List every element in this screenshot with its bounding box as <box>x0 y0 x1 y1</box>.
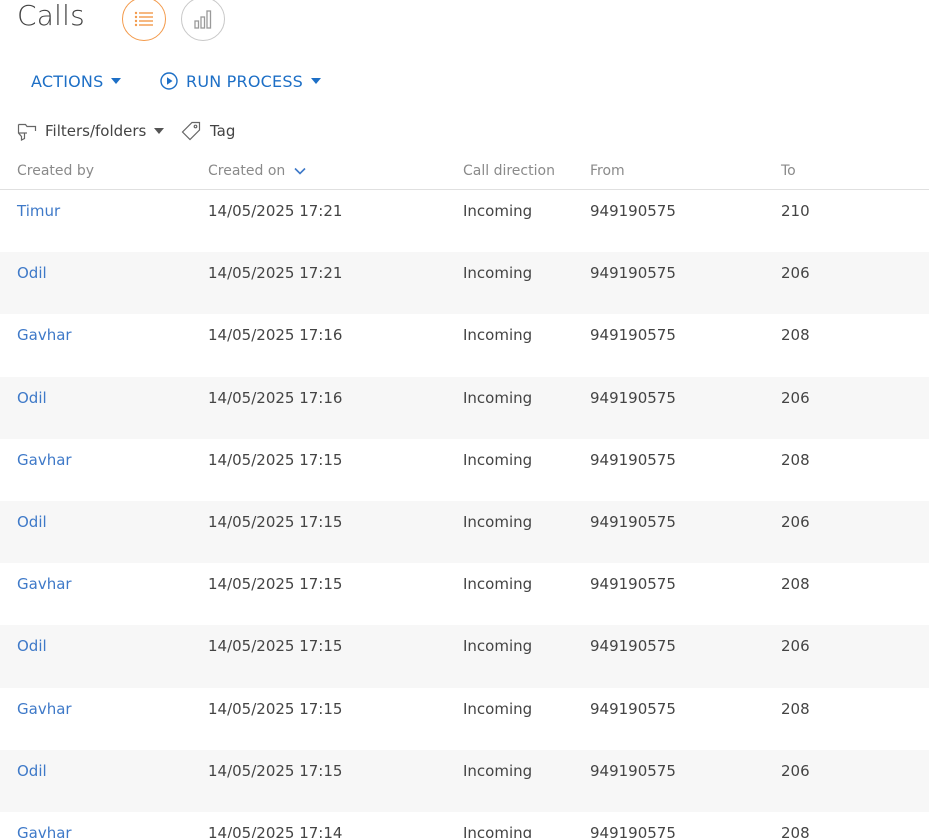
filters-folders-label: Filters/folders <box>45 122 147 140</box>
column-header-label: Created by <box>17 163 95 179</box>
to-cell: 206 <box>781 388 810 407</box>
created-on-cell: 14/05/2025 17:21 <box>208 202 343 220</box>
created-on-cell: 14/05/2025 17:15 <box>208 761 343 780</box>
call-direction-cell: Incoming <box>463 512 533 531</box>
to-cell: 208 <box>781 326 810 345</box>
actions-label: ACTIONS <box>31 71 104 91</box>
from-cell: 949190575 <box>590 264 676 283</box>
list-view-icon <box>134 11 153 27</box>
run-process-label: RUN PROCESS <box>186 71 304 91</box>
tag-icon <box>181 121 201 141</box>
column-header-to[interactable]: To <box>781 163 796 179</box>
created-on-cell: 14/05/2025 17:15 <box>208 512 343 531</box>
created-by-link[interactable]: Gavhar <box>17 575 72 593</box>
created-by-link[interactable]: Odil <box>17 762 47 780</box>
call-direction-cell: Incoming <box>463 637 533 656</box>
call-direction-cell: Incoming <box>463 388 533 407</box>
sort-descending-icon <box>294 167 306 175</box>
column-header-label: Created on <box>208 163 286 179</box>
from-cell: 949190575 <box>590 699 676 718</box>
created-by-link[interactable]: Odil <box>17 389 47 407</box>
tag-label: Tag <box>210 122 236 140</box>
created-by-link[interactable]: Timur <box>17 202 60 220</box>
call-direction-cell: Incoming <box>463 699 533 718</box>
chevron-down-icon <box>111 78 122 84</box>
created-by-link[interactable]: Gavhar <box>17 700 72 718</box>
chevron-down-icon <box>154 128 165 134</box>
page-title: Calls <box>17 0 85 32</box>
created-on-cell: 14/05/2025 17:16 <box>208 388 343 407</box>
created-by-link[interactable]: Gavhar <box>17 451 72 469</box>
created-by-link[interactable]: Gavhar <box>17 824 72 838</box>
run-process-button[interactable]: RUN PROCESS <box>160 68 322 94</box>
from-cell: 949190575 <box>590 326 676 345</box>
from-cell: 949190575 <box>590 388 676 407</box>
table-row[interactable]: Timur 14/05/2025 17:21 Incoming 94919057… <box>0 190 929 252</box>
call-direction-cell: Incoming <box>463 326 533 345</box>
column-header-created-on[interactable]: Created on <box>208 163 306 179</box>
to-cell: 206 <box>781 512 810 531</box>
call-direction-cell: Incoming <box>463 575 533 594</box>
calls-page: Calls ACTIONS RUN PROCESS Filters/folder… <box>0 0 929 838</box>
table-row[interactable]: Odil 14/05/2025 17:15 Incoming 949190575… <box>0 749 929 812</box>
created-on-cell: 14/05/2025 17:21 <box>208 264 343 283</box>
from-cell: 949190575 <box>590 202 676 220</box>
call-direction-cell: Incoming <box>463 202 533 220</box>
created-on-cell: 14/05/2025 17:16 <box>208 326 343 345</box>
created-by-link[interactable]: Odil <box>17 264 47 282</box>
chevron-down-icon <box>311 78 322 84</box>
created-on-cell: 14/05/2025 17:15 <box>208 450 343 469</box>
actions-button[interactable]: ACTIONS <box>31 68 122 94</box>
from-cell: 949190575 <box>590 761 676 780</box>
created-on-cell: 14/05/2025 17:15 <box>208 637 343 656</box>
play-circle-icon <box>160 72 178 90</box>
column-header-label: To <box>781 163 796 179</box>
to-cell: 206 <box>781 637 810 656</box>
table-row[interactable]: Gavhar 14/05/2025 17:15 Incoming 9491905… <box>0 688 929 750</box>
created-on-cell: 14/05/2025 17:15 <box>208 699 343 718</box>
column-header-label: From <box>590 163 625 179</box>
column-header-label: Call direction <box>463 163 555 179</box>
to-cell: 206 <box>781 264 810 283</box>
created-by-link[interactable]: Gavhar <box>17 326 72 344</box>
grid-header: Created by Created on Call direction Fro… <box>0 158 929 190</box>
list-view-button[interactable] <box>122 0 166 41</box>
table-row[interactable]: Odil 14/05/2025 17:15 Incoming 949190575… <box>0 625 929 688</box>
to-cell: 208 <box>781 699 810 718</box>
bar-chart-icon <box>194 10 212 29</box>
from-cell: 949190575 <box>590 637 676 656</box>
table-row[interactable]: Gavhar 14/05/2025 17:15 Incoming 9491905… <box>0 563 929 625</box>
table-row[interactable]: Gavhar 14/05/2025 17:16 Incoming 9491905… <box>0 314 929 376</box>
created-on-cell: 14/05/2025 17:15 <box>208 575 343 594</box>
from-cell: 949190575 <box>590 450 676 469</box>
call-direction-cell: Incoming <box>463 264 533 283</box>
chart-view-button[interactable] <box>181 0 225 41</box>
created-by-link[interactable]: Odil <box>17 513 47 531</box>
to-cell: 208 <box>781 575 810 594</box>
filter-folder-icon <box>17 123 37 141</box>
table-row[interactable]: Gavhar 14/05/2025 17:15 Incoming 9491905… <box>0 439 929 501</box>
to-cell: 208 <box>781 450 810 469</box>
table-row[interactable]: Odil 14/05/2025 17:15 Incoming 949190575… <box>0 500 929 564</box>
tag-button[interactable]: Tag <box>181 118 235 144</box>
call-direction-cell: Incoming <box>463 761 533 780</box>
column-header-call-direction[interactable]: Call direction <box>463 163 555 179</box>
column-header-created-by[interactable]: Created by <box>17 163 94 179</box>
call-direction-cell: Incoming <box>463 450 533 469</box>
from-cell: 949190575 <box>590 575 676 594</box>
from-cell: 949190575 <box>590 823 676 838</box>
column-header-from[interactable]: From <box>590 163 625 179</box>
created-on-cell: 14/05/2025 17:14 <box>208 823 343 838</box>
to-cell: 206 <box>781 761 810 780</box>
call-direction-cell: Incoming <box>463 823 533 838</box>
created-by-link[interactable]: Odil <box>17 637 47 655</box>
filters-folders-button[interactable]: Filters/folders <box>17 118 165 144</box>
to-cell: 208 <box>781 823 810 838</box>
table-row[interactable]: Odil 14/05/2025 17:21 Incoming 949190575… <box>0 252 929 315</box>
calls-list: Timur 14/05/2025 17:21 Incoming 94919057… <box>0 190 929 838</box>
from-cell: 949190575 <box>590 512 676 531</box>
table-row[interactable]: Gavhar 14/05/2025 17:14 Incoming 9491905… <box>0 812 929 838</box>
to-cell: 210 <box>781 202 810 220</box>
table-row[interactable]: Odil 14/05/2025 17:16 Incoming 949190575… <box>0 376 929 439</box>
